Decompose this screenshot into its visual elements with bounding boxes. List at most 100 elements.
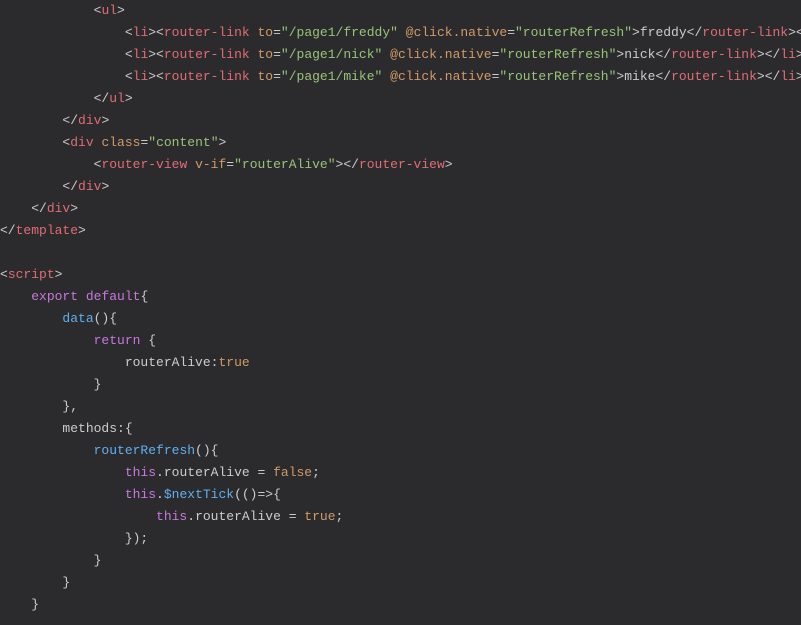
token-punct: (()=>{ xyxy=(234,487,281,502)
code-line[interactable]: <div class="content"> xyxy=(0,135,226,150)
token-punct: >< xyxy=(148,69,164,84)
token-punct: } xyxy=(94,553,102,568)
code-line[interactable]: } xyxy=(0,575,70,590)
code-line[interactable]: </div> xyxy=(0,179,109,194)
token-punct: }); xyxy=(125,531,148,546)
code-line[interactable]: } xyxy=(0,553,101,568)
token-attr: to xyxy=(258,69,274,84)
token-tag: div xyxy=(70,135,93,150)
token-punct: = xyxy=(226,157,234,172)
code-line[interactable]: this.routerAlive = false; xyxy=(0,465,320,480)
token-key: default xyxy=(86,289,141,304)
token-tag: script xyxy=(8,267,55,282)
token-punct xyxy=(250,47,258,62)
token-punct: </ xyxy=(655,69,671,84)
token-punct: </ xyxy=(0,223,16,238)
code-line[interactable]: </div> xyxy=(0,201,78,216)
token-txt: routerAlive xyxy=(125,355,211,370)
token-txt: routerAlive xyxy=(164,465,250,480)
token-tag: template xyxy=(16,223,78,238)
token-func: $nextTick xyxy=(164,487,234,502)
token-punct: }, xyxy=(62,399,78,414)
token-tag: ul xyxy=(101,3,117,18)
code-line[interactable]: routerRefresh(){ xyxy=(0,443,218,458)
token-key: return xyxy=(94,333,141,348)
code-line[interactable]: }); xyxy=(0,531,148,546)
token-punct xyxy=(78,289,86,304)
token-punct: { xyxy=(140,289,148,304)
token-punct: > xyxy=(101,179,109,194)
token-punct xyxy=(382,47,390,62)
token-tag: li xyxy=(133,25,149,40)
token-str: "/page1/mike" xyxy=(281,69,382,84)
code-line[interactable]: return { xyxy=(0,333,156,348)
code-line[interactable]: this.$nextTick(()=>{ xyxy=(0,487,281,502)
token-punct: = xyxy=(273,69,281,84)
token-punct: > xyxy=(117,3,125,18)
token-punct: . xyxy=(156,487,164,502)
token-punct: </ xyxy=(94,91,110,106)
token-tag: router-link xyxy=(164,25,250,40)
token-bool: false xyxy=(273,465,312,480)
code-line[interactable]: routerAlive:true xyxy=(0,355,250,370)
token-punct: ; xyxy=(312,465,320,480)
token-punct: </ xyxy=(62,179,78,194)
token-tag: router-link xyxy=(164,47,250,62)
code-line[interactable]: this.routerAlive = true; xyxy=(0,509,343,524)
token-txt: routerAlive xyxy=(195,509,281,524)
token-func: data xyxy=(62,311,93,326)
token-punct: > xyxy=(101,113,109,128)
token-punct: > xyxy=(796,47,801,62)
token-punct: ; xyxy=(336,509,344,524)
token-tag: div xyxy=(78,113,101,128)
code-line[interactable]: <router-view v-if="routerAlive"></router… xyxy=(0,157,453,172)
token-punct xyxy=(250,69,258,84)
token-punct: < xyxy=(0,267,8,282)
code-line[interactable]: <li><router-link to="/page1/mike" @click… xyxy=(0,69,801,84)
token-key: this xyxy=(156,509,187,524)
token-txt: mike xyxy=(624,69,655,84)
code-line[interactable]: data(){ xyxy=(0,311,117,326)
token-punct: > xyxy=(125,91,133,106)
code-line[interactable]: </template> xyxy=(0,223,86,238)
token-attr: to xyxy=(258,47,274,62)
token-punct: </ xyxy=(62,113,78,128)
token-punct: (){ xyxy=(94,311,117,326)
token-punct: (){ xyxy=(195,443,218,458)
token-key: export xyxy=(31,289,78,304)
code-line[interactable]: } xyxy=(0,377,101,392)
code-line[interactable]: <li><router-link to="/page1/nick" @click… xyxy=(0,47,801,62)
token-str: "/page1/freddy" xyxy=(281,25,398,40)
token-bool: true xyxy=(218,355,249,370)
token-str: "routerRefresh" xyxy=(499,47,616,62)
code-line[interactable]: <ul> xyxy=(0,3,125,18)
token-punct: </ xyxy=(655,47,671,62)
token-tag: li xyxy=(133,47,149,62)
token-punct: } xyxy=(94,377,102,392)
token-punct: > xyxy=(219,135,227,150)
token-tag: div xyxy=(47,201,70,216)
token-key: this xyxy=(125,465,156,480)
code-line[interactable]: methods:{ xyxy=(0,421,133,436)
code-line[interactable]: <script> xyxy=(0,267,62,282)
code-line[interactable]: </div> xyxy=(0,113,109,128)
token-punct: { xyxy=(140,333,156,348)
token-punct xyxy=(398,25,406,40)
token-punct: } xyxy=(62,575,70,590)
token-punct: > xyxy=(796,69,801,84)
token-attr: v-if xyxy=(195,157,226,172)
token-punct: > xyxy=(632,25,640,40)
token-punct: = xyxy=(507,25,515,40)
token-punct: ></ xyxy=(336,157,359,172)
token-punct: > xyxy=(70,201,78,216)
token-punct xyxy=(382,69,390,84)
code-editor-content[interactable]: <ul> <li><router-link to="/page1/freddy"… xyxy=(0,0,801,616)
token-punct: ></ xyxy=(788,25,801,40)
code-line[interactable]: export default{ xyxy=(0,289,148,304)
token-tag: ul xyxy=(109,91,125,106)
code-line[interactable]: </ul> xyxy=(0,91,133,106)
token-tag: router-view xyxy=(359,157,445,172)
code-line[interactable]: <li><router-link to="/page1/freddy" @cli… xyxy=(0,25,801,40)
code-line[interactable]: } xyxy=(0,597,39,612)
code-line[interactable]: }, xyxy=(0,399,78,414)
